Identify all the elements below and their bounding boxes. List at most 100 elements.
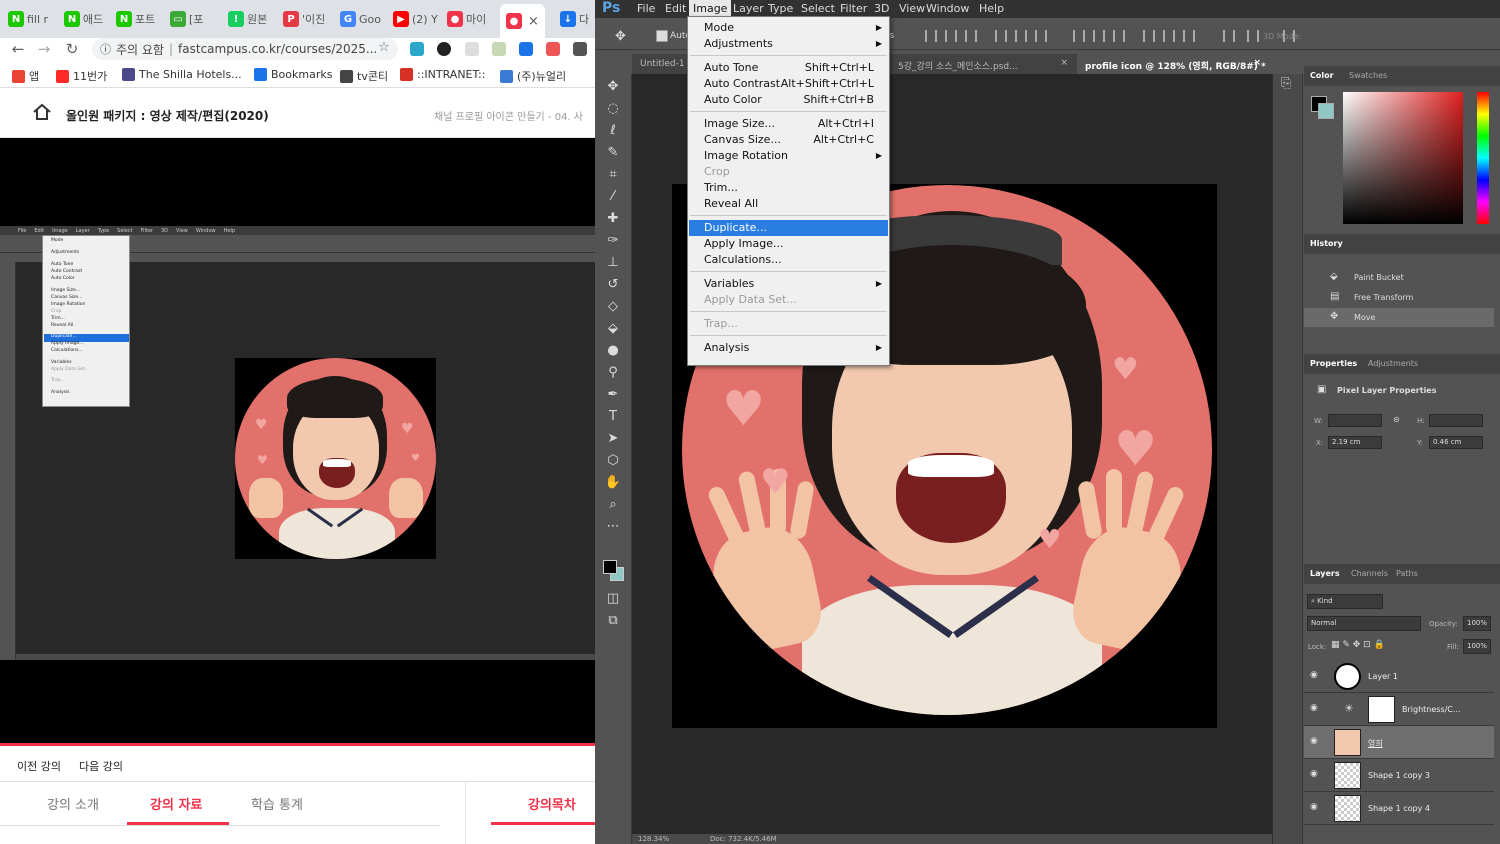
color-picker-field[interactable] bbox=[1343, 92, 1463, 224]
hand-icon[interactable]: ✋ bbox=[603, 474, 623, 492]
visibility-eye-icon[interactable]: ◉ bbox=[1310, 703, 1318, 713]
doc-tab-main-source[interactable]: 5강_강의 소스_메인소스.psd... × bbox=[890, 54, 1070, 74]
image-menu-trim[interactable]: Trim... bbox=[689, 180, 888, 196]
align-icon[interactable] bbox=[1015, 30, 1027, 42]
doc-tab-profile-icon[interactable]: profile icon @ 128% (영희, RGB/8#) * × bbox=[1077, 54, 1267, 74]
back-icon[interactable]: ← bbox=[8, 40, 28, 58]
history-item[interactable]: ▤ Free Transform bbox=[1304, 288, 1494, 307]
bookmark-item[interactable]: tv콘티 bbox=[340, 68, 388, 84]
browser-tab[interactable]: ↓ 다 bbox=[560, 6, 589, 32]
foreground-color-icon[interactable] bbox=[603, 560, 617, 574]
layer-kind-filter[interactable]: ⌕ Kind bbox=[1307, 594, 1383, 609]
menu-view[interactable]: View bbox=[899, 2, 925, 15]
forward-icon[interactable]: → bbox=[34, 40, 54, 58]
layer-row[interactable]: ◉ ☀ Brightness/C... bbox=[1304, 693, 1494, 726]
extension-icon-6[interactable] bbox=[573, 42, 587, 56]
move-icon[interactable]: ✥ bbox=[603, 78, 623, 96]
extension-icon-5[interactable] bbox=[546, 42, 560, 56]
eyedropper-icon[interactable]: ⁄ bbox=[603, 188, 623, 206]
align-icon[interactable] bbox=[965, 30, 977, 42]
align-icon[interactable] bbox=[1143, 30, 1155, 42]
blend-mode-select[interactable]: Normal bbox=[1307, 616, 1421, 631]
y-field[interactable]: 0.46 cm bbox=[1429, 436, 1483, 449]
hue-slider[interactable] bbox=[1477, 92, 1489, 224]
browser-tab[interactable]: ! 원본 bbox=[228, 6, 267, 32]
image-menu-calculations[interactable]: Calculations... bbox=[689, 252, 888, 268]
reload-icon[interactable]: ↻ bbox=[62, 40, 82, 58]
quick-select-icon[interactable]: ✎ bbox=[603, 144, 623, 162]
doc-tab-untitled[interactable]: Untitled-1 bbox=[632, 54, 692, 74]
menu-select[interactable]: Select bbox=[801, 2, 835, 15]
image-menu-apply-image[interactable]: Apply Image... bbox=[689, 236, 888, 252]
browser-tab[interactable]: P '이진 bbox=[283, 6, 325, 32]
layer-row[interactable]: ◉ 영희 bbox=[1304, 726, 1494, 759]
image-menu-auto-color[interactable]: Auto Color Shift+Ctrl+B bbox=[689, 92, 888, 108]
image-menu-canvas-size[interactable]: Canvas Size... Alt+Ctrl+C bbox=[689, 132, 888, 148]
stamp-icon[interactable]: ⊥ bbox=[603, 254, 623, 272]
link-icon[interactable]: ⊝ bbox=[1393, 415, 1400, 424]
lock-icons[interactable]: ▦ ✎ ✥ ⊡ 🔒 bbox=[1331, 640, 1385, 650]
extension-icon-1[interactable] bbox=[410, 42, 424, 56]
browser-tab[interactable]: ▶ (2) Y bbox=[393, 6, 438, 32]
background-color-swatch[interactable] bbox=[1318, 103, 1334, 119]
type-icon[interactable]: T bbox=[603, 408, 623, 426]
align-icon[interactable] bbox=[925, 30, 937, 42]
image-menu-variables[interactable]: Variables ▶ bbox=[689, 276, 888, 292]
bookmark-item[interactable]: 앱 bbox=[12, 68, 39, 84]
visibility-eye-icon[interactable]: ◉ bbox=[1310, 736, 1318, 746]
menu-edit[interactable]: Edit bbox=[665, 2, 686, 15]
crop-icon[interactable]: ⌗ bbox=[603, 166, 623, 184]
close-icon[interactable]: × bbox=[528, 14, 539, 29]
screen-mode-icon[interactable]: ⧉ bbox=[603, 612, 623, 630]
menu-window[interactable]: Window bbox=[926, 2, 969, 15]
image-menu-reveal-all[interactable]: Reveal All bbox=[689, 196, 888, 212]
close-icon[interactable]: × bbox=[1253, 58, 1261, 68]
align-icon[interactable] bbox=[1247, 30, 1259, 42]
browser-tab[interactable]: G Goo bbox=[340, 6, 381, 32]
prev-lecture-button[interactable]: 이전 강의 bbox=[17, 758, 61, 774]
tab-stats[interactable]: 학습 통계 bbox=[251, 794, 303, 813]
visibility-eye-icon[interactable]: ◉ bbox=[1310, 670, 1318, 680]
zoom-icon[interactable]: ⌕ bbox=[603, 496, 623, 514]
auto-select-checkbox[interactable] bbox=[656, 30, 668, 42]
menu-type[interactable]: Type bbox=[768, 2, 793, 15]
browser-tab[interactable]: Nfill r bbox=[8, 6, 48, 32]
bookmark-star-icon[interactable]: ☆ bbox=[374, 40, 394, 55]
align-icon[interactable] bbox=[1073, 30, 1085, 42]
align-icon[interactable] bbox=[945, 30, 957, 42]
menu-3d[interactable]: 3D bbox=[874, 2, 889, 15]
menu-help[interactable]: Help bbox=[979, 2, 1004, 15]
layer-row[interactable]: ◉ Shape 1 copy 3 bbox=[1304, 759, 1494, 792]
history-item[interactable]: ⬙ Paint Bucket bbox=[1304, 268, 1494, 287]
tab-properties[interactable]: Properties bbox=[1310, 359, 1357, 368]
fill-field[interactable]: 100% bbox=[1463, 639, 1491, 654]
history-brush-icon[interactable]: ↺ bbox=[603, 276, 623, 294]
height-field[interactable] bbox=[1429, 414, 1483, 427]
image-menu-analysis[interactable]: Analysis ▶ bbox=[689, 340, 888, 356]
align-icon[interactable] bbox=[1093, 30, 1105, 42]
width-field[interactable] bbox=[1328, 414, 1382, 427]
history-brush-icon[interactable]: ⎘ bbox=[1281, 76, 1291, 91]
tab-intro[interactable]: 강의 소개 bbox=[47, 794, 99, 813]
extension-icon-3[interactable] bbox=[465, 42, 479, 56]
dodge-icon[interactable]: ⚲ bbox=[603, 364, 623, 382]
image-menu-adjustments[interactable]: Adjustments ▶ bbox=[689, 36, 888, 52]
info-icon[interactable]: ⓘ bbox=[100, 41, 111, 57]
history-item[interactable]: ✥ Move bbox=[1304, 308, 1494, 327]
move-tool-icon[interactable]: ✥ bbox=[615, 29, 626, 44]
home-icon[interactable] bbox=[32, 103, 52, 121]
align-icon[interactable] bbox=[1113, 30, 1125, 42]
quick-mask-icon[interactable]: ◫ bbox=[603, 590, 623, 608]
image-menu-auto-contrast[interactable]: Auto Contrast Alt+Shift+Ctrl+L bbox=[689, 76, 888, 92]
opacity-field[interactable]: 100% bbox=[1463, 616, 1491, 631]
bookmark-item[interactable]: Bookmarks bbox=[254, 68, 332, 81]
visibility-eye-icon[interactable]: ◉ bbox=[1310, 802, 1318, 812]
browser-tab[interactable]: ● 마이 bbox=[447, 6, 486, 32]
browser-tab[interactable]: ▭ [포 bbox=[170, 6, 203, 32]
browser-tab[interactable]: N 애드 bbox=[64, 6, 103, 32]
marquee-icon[interactable]: ◌ bbox=[603, 100, 623, 118]
menu-layer[interactable]: Layer bbox=[733, 2, 764, 15]
tab-swatches[interactable]: Swatches bbox=[1349, 71, 1387, 80]
extension-icon-4[interactable] bbox=[492, 42, 506, 56]
image-menu-duplicate[interactable]: Duplicate... bbox=[689, 220, 888, 236]
